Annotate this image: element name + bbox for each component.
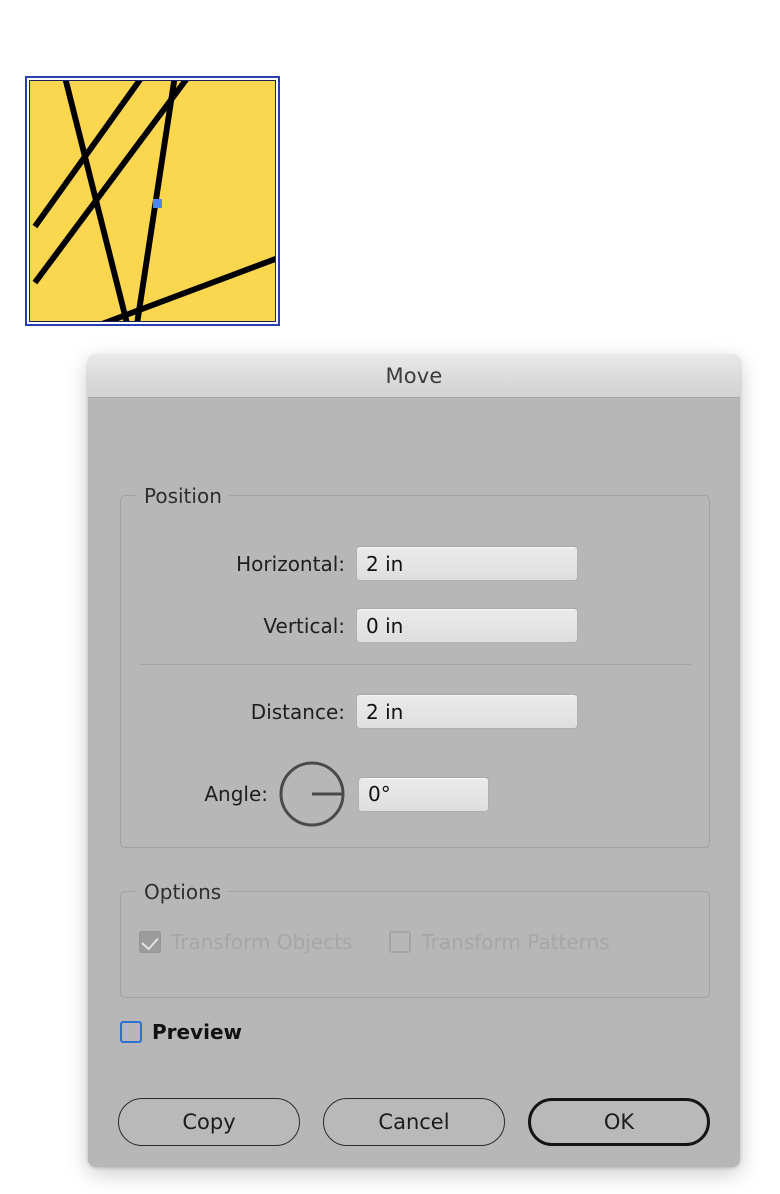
checkbox-unchecked-icon[interactable] [120,1021,142,1043]
horizontal-label: Horizontal: [236,551,345,576]
distance-row: Distance: 2 in [140,694,690,729]
vertical-input[interactable]: 0 in [356,608,578,643]
selection-anchor-point[interactable] [153,199,162,208]
dialog-body: Position Horizontal: 2 in Vertical: 0 in… [88,398,740,1167]
angle-dial-icon[interactable] [279,761,345,827]
vertical-row: Vertical: 0 in [140,608,690,643]
dialog-titlebar: Move [88,355,740,398]
distance-input[interactable]: 2 in [356,694,578,729]
checkbox-checked-icon[interactable] [139,931,161,953]
position-group-legend: Position [137,484,229,508]
angle-label: Angle: [204,782,268,806]
distance-label: Distance: [250,699,345,724]
transform-patterns-checkbox-item[interactable]: Transform Patterns [389,930,610,954]
transform-objects-label: Transform Objects [171,930,353,954]
options-group-legend: Options [137,880,229,904]
dialog-button-row: Copy Cancel OK [118,1098,710,1146]
angle-row: Angle: 0° [140,761,690,827]
checkmark-icon [141,932,159,951]
position-separator [140,664,691,665]
transform-objects-checkbox-item[interactable]: Transform Objects [139,930,352,954]
options-row: Transform Objects Transform Patterns [139,930,610,954]
artboard-selection-frame[interactable] [25,76,280,326]
transform-patterns-label: Transform Patterns [421,930,610,954]
move-dialog: Move Position Horizontal: 2 in Vertical:… [88,355,740,1167]
dialog-title: Move [385,364,443,388]
horizontal-row: Horizontal: 2 in [140,546,690,581]
artboard-canvas[interactable] [29,80,276,322]
vertical-label: Vertical: [263,613,345,638]
cancel-button[interactable]: Cancel [323,1098,505,1146]
options-group: Options Transform Objects Transform Patt… [120,880,710,998]
preview-checkbox-item[interactable]: Preview [120,1020,242,1044]
angle-input[interactable]: 0° [358,776,489,812]
position-group: Position Horizontal: 2 in Vertical: 0 in… [120,484,710,848]
horizontal-input[interactable]: 2 in [356,546,578,581]
preview-label: Preview [152,1020,243,1044]
checkbox-unchecked-icon[interactable] [389,931,412,953]
ok-button[interactable]: OK [528,1098,710,1146]
copy-button[interactable]: Copy [118,1098,300,1146]
